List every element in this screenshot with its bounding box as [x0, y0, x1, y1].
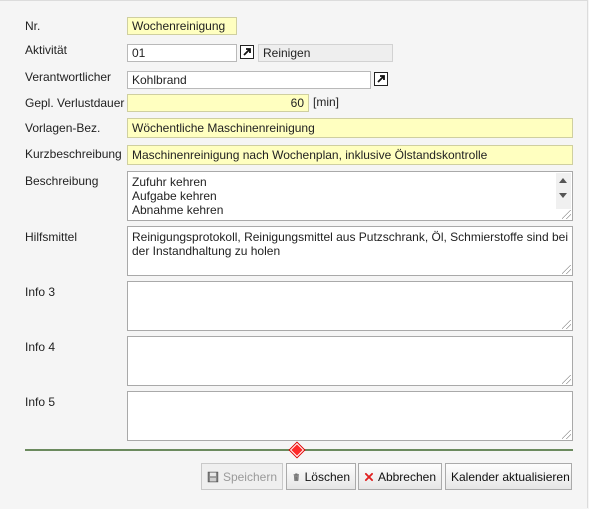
- label-vorlagen-bez: Vorlagen-Bez.: [25, 121, 101, 135]
- resize-grip-icon[interactable]: [562, 375, 571, 384]
- verantwortlicher-field[interactable]: Kohlbrand: [127, 71, 371, 89]
- vorlagen-bez-field[interactable]: Wöchentliche Maschinenreinigung: [127, 118, 573, 138]
- arrow-link-icon: [243, 48, 251, 56]
- label-nr: Nr.: [25, 19, 41, 33]
- verlustdauer-unit: [min]: [313, 95, 340, 109]
- red-x-icon: [364, 472, 374, 481]
- loeschen-label: Löschen: [304, 469, 350, 484]
- verlustdauer-field[interactable]: 60: [127, 94, 309, 112]
- floppy-disk-icon: [207, 471, 219, 482]
- info5-textarea[interactable]: [127, 391, 573, 441]
- label-hilfsmittel: Hilfsmittel: [25, 230, 78, 244]
- resize-grip-icon[interactable]: [562, 430, 571, 439]
- nr-field[interactable]: Wochenreinigung: [127, 17, 237, 35]
- label-info3: Info 3: [25, 285, 56, 299]
- arrow-link-icon: [377, 75, 385, 83]
- info4-textarea[interactable]: [127, 336, 573, 386]
- speichern-button[interactable]: Speichern: [201, 463, 283, 490]
- label-kurzbeschreibung: Kurzbeschreibung: [25, 147, 122, 161]
- kurzbeschreibung-field[interactable]: Maschinenreinigung nach Wochenplan, inkl…: [127, 145, 573, 165]
- label-info5: Info 5: [25, 395, 56, 409]
- kalender-aktualisieren-label: Kalender aktualisieren: [451, 469, 570, 484]
- beschreibung-line: Aufgabe kehren: [132, 189, 217, 203]
- kalender-aktualisieren-button[interactable]: Kalender aktualisieren: [445, 463, 572, 490]
- aktivitaet-name-field: Reinigen: [258, 44, 393, 62]
- abbrechen-button[interactable]: Abbrechen: [358, 463, 442, 490]
- beschreibung-line: Zufuhr kehren: [132, 175, 207, 189]
- label-verantwortlicher: Verantwortlicher: [25, 70, 112, 84]
- beschreibung-scrollbar[interactable]: [556, 173, 571, 209]
- resize-grip-icon[interactable]: [562, 265, 571, 274]
- info3-textarea[interactable]: [127, 281, 573, 331]
- verantwortlicher-link-button[interactable]: [374, 72, 388, 86]
- loeschen-button[interactable]: Löschen: [286, 463, 356, 490]
- aktivitaet-code-field[interactable]: 01: [127, 44, 237, 62]
- label-aktivitaet: Aktivität: [25, 43, 68, 57]
- abbrechen-label: Abbrechen: [377, 469, 436, 484]
- resize-grip-icon[interactable]: [562, 210, 571, 219]
- hilfsmittel-line: der Instandhaltung zu holen: [132, 244, 281, 258]
- scroll-up-arrow-icon[interactable]: [559, 178, 567, 183]
- aktivitaet-link-button[interactable]: [240, 45, 254, 59]
- trash-icon: [293, 472, 300, 481]
- beschreibung-line: Abnahme kehren: [132, 203, 224, 217]
- beschreibung-textarea[interactable]: Zufuhr kehren Aufgabe kehren Abnahme keh…: [127, 171, 573, 221]
- label-info4: Info 4: [25, 340, 56, 354]
- hilfsmittel-line: Reinigungsprotokoll, Reinigungsmittel au…: [132, 230, 568, 244]
- label-beschreibung: Beschreibung: [25, 174, 99, 188]
- speichern-label: Speichern: [222, 469, 277, 484]
- hilfsmittel-textarea[interactable]: Reinigungsprotokoll, Reinigungsmittel au…: [127, 226, 573, 276]
- scroll-down-arrow-icon[interactable]: [559, 193, 567, 198]
- resize-grip-icon[interactable]: [562, 320, 571, 329]
- label-verlustdauer: Gepl. Verlustdauer: [25, 96, 125, 110]
